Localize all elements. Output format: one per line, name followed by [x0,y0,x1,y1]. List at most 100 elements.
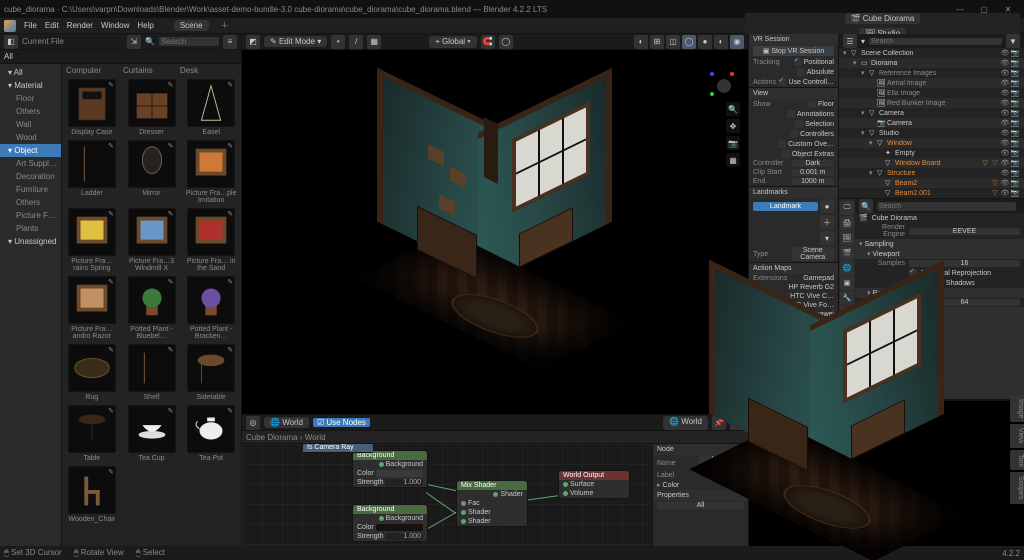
catalog-all[interactable]: ▾ All [0,66,61,79]
imgtab-scopes[interactable]: Scopes [1010,472,1024,503]
imgtab-view[interactable]: View [1010,424,1024,447]
outliner-row[interactable]: ▾▽Camera👁📷 [839,108,1024,118]
render-icon[interactable]: 📷 [1010,49,1020,57]
outliner-row[interactable]: 🖼Red Bunker Image👁📷 [839,98,1024,108]
outliner-row[interactable]: ▾▽Structure👁📷 [839,168,1024,178]
tab-world[interactable]: 🌐 [840,261,854,275]
asset-item[interactable]: ✎Potted Plant - Bracken… [181,274,241,342]
catalog-wall[interactable]: Wall [0,118,61,131]
eye-icon[interactable]: 👁 [1000,109,1010,117]
render-icon[interactable]: 📷 [1010,119,1020,127]
asset-item[interactable]: ✎Sidetable [181,342,241,403]
render-icon[interactable]: 📷 [1010,159,1020,167]
menu-render[interactable]: Render [67,21,93,30]
use-nodes-toggle[interactable]: ☑ Use Nodes [313,418,370,427]
asset-crumb-all[interactable]: All [4,52,13,61]
sampling-section[interactable]: Sampling [855,239,1024,249]
props-search-input[interactable] [877,202,1016,211]
imgtab-tool[interactable]: Tool [1010,450,1024,471]
eye-icon[interactable]: 👁 [1000,189,1010,197]
outliner-row[interactable]: 🖼Ella Image👁📷 [839,88,1024,98]
asset-filter-button[interactable]: ≡ [223,35,237,49]
asset-item[interactable]: ✎Picture Fra…rains Spring [62,206,122,274]
menu-help[interactable]: Help [137,21,153,30]
node-background-1[interactable]: Background Background Color Strength1.00… [352,450,428,488]
asset-item[interactable]: ✎Potted Plant - Bluebel… [122,274,182,342]
asset-item[interactable]: ✎Shelf [122,342,182,403]
outliner-row[interactable]: ✦Empty👁📷 [839,148,1024,158]
xray-toggle[interactable]: ◫ [666,35,680,49]
face-select-icon[interactable]: ▦ [367,35,381,49]
catalog-floor[interactable]: Floor [0,92,61,105]
asset-item[interactable]: ✎Picture Fra… in the Sand [181,206,241,274]
render-icon[interactable]: 📷 [1010,69,1020,77]
eye-icon[interactable]: 👁 [1000,69,1010,77]
render-icon[interactable]: 📷 [1010,109,1020,117]
eye-icon[interactable]: 👁 [1000,119,1010,127]
outliner-row[interactable]: ▽Beam2▽👁📷 [839,178,1024,188]
vr-show-object-extras[interactable] [782,150,790,158]
proportional-edit-toggle[interactable]: ◯ [499,35,513,49]
overlays-toggle[interactable]: ⊞ [650,35,664,49]
catalog-unassigned[interactable]: ▾ Unassigned [0,235,61,248]
asset-item[interactable]: ✎Picture Fra…ple Imitation [181,138,241,206]
asset-item[interactable]: ✎Display Case [62,77,122,138]
eye-icon[interactable]: 👁 [1000,179,1010,187]
stop-vr-session-button[interactable]: ▣ Stop VR Session [753,46,834,56]
outliner-search[interactable] [869,38,1002,45]
catalog-others[interactable]: Others [0,196,61,209]
outliner-row[interactable]: ▽Window Board▽▽👁📷 [839,158,1024,168]
catalog-others[interactable]: Others [0,105,61,118]
node-editor-icon[interactable]: ◎ [246,416,260,430]
catalog-plants[interactable]: Plants [0,222,61,235]
tab-output[interactable]: 🖨 [840,216,854,230]
eye-icon[interactable]: 👁 [1000,169,1010,177]
node-world-output[interactable]: World Output Surface Volume [558,470,630,499]
move-gizmo[interactable]: ✥ [726,119,740,133]
asset-item[interactable]: ✎Tea Pot [181,403,241,464]
menu-file[interactable]: File [24,21,37,30]
editor-type-icon[interactable]: ◩ [246,35,260,49]
catalog-material[interactable]: ▾ Material [0,79,61,92]
asset-item[interactable]: ✎Easel [181,77,241,138]
shading-rendered[interactable]: ◉ [730,35,744,49]
imgtab-image[interactable]: Image [1010,395,1024,422]
asset-item[interactable]: ✎Table [62,403,122,464]
world-datablock[interactable]: 🌐 World [264,417,309,428]
landmark-add-icon[interactable]: ● [820,199,834,213]
viewport-sampling-section[interactable]: Viewport [855,249,1024,259]
tab-render[interactable]: 🖵 [840,201,854,215]
node-background-2[interactable]: Background Background Color Strength1.00… [352,504,428,542]
asset-library-picker[interactable]: Current File [22,37,64,46]
eye-icon[interactable]: 👁 [1000,49,1010,57]
outliner-row[interactable]: 🖼Aerial Image👁📷 [839,78,1024,88]
outliner-row[interactable]: ▾▽Reference Images👁📷 [839,68,1024,78]
ortho-toggle[interactable]: ▦ [726,153,740,167]
vr-show-floor[interactable] [808,100,816,108]
asset-item[interactable]: ✎Wooden_Chair [62,464,122,525]
menu-edit[interactable]: Edit [45,21,59,30]
transform-orientation[interactable]: ⌖ Global ▾ [429,36,476,48]
outliner-icon[interactable]: ☰ [843,34,857,48]
node-is-camera-ray[interactable]: Is Camera Ray [302,444,374,453]
outliner-row[interactable]: ▾▭Diorama👁📷 [839,58,1024,68]
eye-icon[interactable]: 👁 [1000,99,1010,107]
catalog-decoration[interactable]: Decoration [0,170,61,183]
catalog-wood[interactable]: Wood [0,131,61,144]
menu-window[interactable]: Window [101,21,129,30]
vr-show-annotations[interactable] [787,110,795,118]
outliner-row[interactable]: ▽Beam2.001▽👁📷 [839,188,1024,198]
nav-gizmo[interactable] [708,70,740,102]
workspace-tab[interactable]: Scene [174,20,209,31]
landmark-item[interactable]: Landmark [753,202,818,211]
controller-style[interactable]: Dark [792,160,835,167]
asset-item[interactable]: ✎Tea Cup [122,403,182,464]
catalog-furniture[interactable]: Furniture [0,183,61,196]
props-search-icon[interactable]: 🔍 [859,199,873,213]
asset-item[interactable]: ✎Dresser [122,77,182,138]
camera-toggle[interactable]: 📷 [726,136,740,150]
asset-item[interactable]: ✎Picture Fra…3 Windmill X [122,206,182,274]
vr-show-custom-ove-[interactable] [778,140,786,148]
absolute-checkbox[interactable] [797,68,805,76]
image-editor-preview[interactable]: ⟳ [749,400,1024,546]
